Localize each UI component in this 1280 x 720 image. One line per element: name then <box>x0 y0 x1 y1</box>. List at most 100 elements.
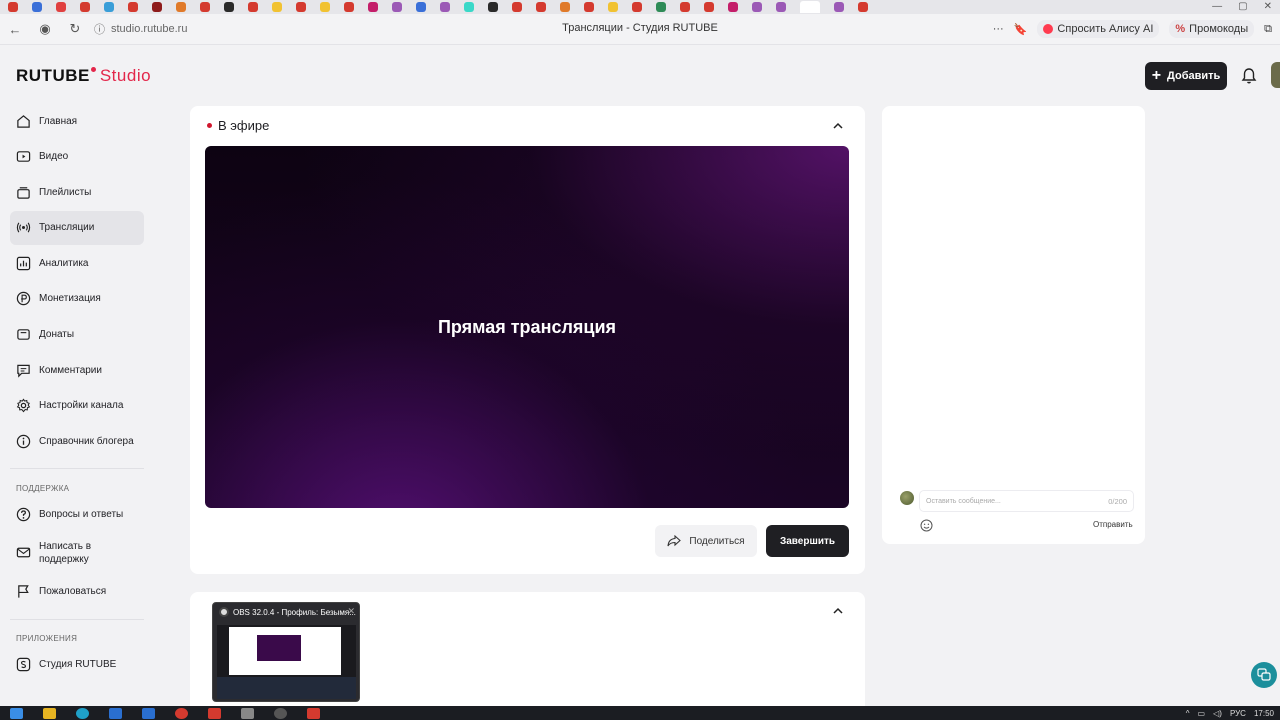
browser-tab-favicon[interactable] <box>296 2 306 12</box>
sidebar-item-home[interactable]: Главная <box>10 104 144 138</box>
browser-tab-favicon[interactable] <box>128 2 138 12</box>
browser-tab-favicon[interactable] <box>858 2 868 12</box>
browser-tab-favicon[interactable] <box>56 2 66 12</box>
bookmark-icon[interactable]: 🔖 <box>1014 23 1028 36</box>
outlook-icon[interactable] <box>142 707 155 719</box>
browser-tab-favicon[interactable] <box>104 2 114 12</box>
sidebar-item-monetization[interactable]: Монетизация <box>10 282 144 316</box>
user-avatar[interactable] <box>1271 62 1280 88</box>
maximize-icon[interactable]: ▢ <box>1238 0 1247 14</box>
sidebar-item-comments[interactable]: Комментарии <box>10 353 144 387</box>
browser-tab-favicon[interactable] <box>632 2 642 12</box>
browser-tab-favicon[interactable] <box>32 2 42 12</box>
browser-tab-favicon[interactable] <box>248 2 258 12</box>
yandex-id-icon[interactable]: ◉ <box>30 21 60 37</box>
sidebar-item-analytics[interactable]: Аналитика <box>10 246 144 280</box>
browser-tab-favicon[interactable] <box>536 2 546 12</box>
site-info-icon[interactable]: ⓘ <box>94 21 105 37</box>
browser-tab-favicon[interactable] <box>656 2 666 12</box>
live-indicator-icon <box>207 123 212 128</box>
browser-tab-favicon[interactable] <box>488 2 498 12</box>
help-chat-button[interactable] <box>1251 662 1277 688</box>
browser-tab-favicon[interactable] <box>392 2 402 12</box>
sidebar-item-blogger-guide[interactable]: Справочник блогера <box>10 424 144 458</box>
language-indicator[interactable]: РУС <box>1230 709 1246 718</box>
sidebar-item-contact-support[interactable]: Написать в поддержку <box>10 533 144 573</box>
browser-tab-favicon[interactable] <box>8 2 18 12</box>
browser-tab-favicon[interactable] <box>200 2 210 12</box>
browser-tab-favicon[interactable] <box>368 2 378 12</box>
browser-tab-favicon[interactable] <box>608 2 618 12</box>
sidebar-item-channel-settings[interactable]: Настройки канала <box>10 389 144 423</box>
browser-tab-favicon[interactable] <box>344 2 354 12</box>
browser-tab-favicon[interactable] <box>512 2 522 12</box>
sidebar-item-donations[interactable]: Донаты <box>10 318 144 352</box>
browser-tab-favicon[interactable] <box>680 2 690 12</box>
rutube-studio-logo[interactable]: RUTUBE Studio <box>16 66 151 86</box>
browser-tab-favicon[interactable] <box>272 2 282 12</box>
share-button[interactable]: Поделиться <box>655 525 757 557</box>
sidebar-item-broadcasts[interactable]: Трансляции <box>10 210 144 245</box>
share-label: Поделиться <box>689 535 745 547</box>
obs-taskbar-icon[interactable] <box>274 707 287 719</box>
browser-tab-favicon[interactable] <box>584 2 594 12</box>
browser-tab-favicon[interactable] <box>776 2 786 12</box>
emoji-icon[interactable] <box>920 519 933 532</box>
browser-tab-favicon[interactable] <box>440 2 450 12</box>
volume-icon[interactable]: ◁) <box>1213 709 1222 718</box>
video-player[interactable]: Прямая трансляция <box>205 146 849 508</box>
yandex-icon[interactable] <box>175 707 188 719</box>
clock[interactable]: 17:50 <box>1254 709 1274 718</box>
browser-taskbar-icon[interactable] <box>307 707 320 719</box>
network-icon[interactable]: ▭ <box>1198 709 1206 718</box>
browser-tab-favicon[interactable] <box>464 2 474 12</box>
browser-tab-favicon[interactable] <box>752 2 762 12</box>
app-icon[interactable] <box>241 707 254 719</box>
chat-char-counter: 0/200 <box>1108 497 1127 506</box>
end-stream-button[interactable]: Завершить <box>766 525 849 557</box>
send-button[interactable]: Отправить <box>1093 520 1133 529</box>
browser-tab-favicon[interactable] <box>560 2 570 12</box>
chevron-up-icon[interactable] <box>832 605 844 617</box>
sidebar-item-faq[interactable]: Вопросы и ответы <box>10 497 144 531</box>
os-taskbar: ^ ▭ ◁) РУС 17:50 <box>0 706 1280 720</box>
edge-icon[interactable] <box>76 707 89 719</box>
browser-tab-favicon[interactable] <box>704 2 714 12</box>
url-field[interactable]: ⓘ studio.rutube.ru <box>94 21 354 37</box>
back-icon[interactable]: ← <box>0 22 30 37</box>
browser-tab-favicon[interactable] <box>320 2 330 12</box>
ask-alice-button[interactable]: Спросить Алису AI <box>1037 20 1160 38</box>
close-icon[interactable]: ✕ <box>347 606 355 617</box>
promo-button[interactable]: % Промокоды <box>1169 20 1255 38</box>
sidebar-item-video[interactable]: Видео <box>10 140 144 174</box>
obs-taskbar-preview[interactable]: OBS 32.0.4 - Профиль: Безымя... ✕ <box>212 602 360 702</box>
reload-icon[interactable]: ↻ <box>60 21 90 37</box>
sidebar-item-label: Комментарии <box>39 364 102 376</box>
close-window-icon[interactable]: ✕ <box>1264 0 1272 14</box>
browser-tab-favicon[interactable] <box>834 2 844 12</box>
windows-start-icon[interactable] <box>10 707 23 719</box>
store-icon[interactable] <box>109 707 122 719</box>
bell-icon[interactable] <box>1241 67 1257 85</box>
sidebar-item-report[interactable]: Пожаловаться <box>10 575 144 609</box>
browser-tab-favicon[interactable] <box>152 2 162 12</box>
file-explorer-icon[interactable] <box>43 707 56 719</box>
sidebar-item-studio-app[interactable]: Студия RUTUBE <box>10 648 144 682</box>
logo-studio: Studio <box>99 66 152 85</box>
more-icon[interactable]: ··· <box>993 23 1004 35</box>
browser-tab-favicon[interactable] <box>416 2 426 12</box>
chevron-up-icon[interactable] <box>832 120 844 132</box>
active-browser-tab[interactable] <box>800 1 820 13</box>
yandex-browser-icon[interactable] <box>208 707 221 719</box>
add-button[interactable]: + Добавить <box>1145 62 1227 90</box>
sidebar-item-label: Студия RUTUBE <box>39 659 117 671</box>
browser-tab-favicon[interactable] <box>728 2 738 12</box>
chat-message-input[interactable]: Оставить сообщение... 0/200 <box>919 490 1134 512</box>
sidebar-item-playlists[interactable]: Плейлисты <box>10 175 144 209</box>
minimize-icon[interactable]: — <box>1212 0 1222 14</box>
browser-tab-favicon[interactable] <box>224 2 234 12</box>
chevron-up-icon[interactable]: ^ <box>1186 709 1190 718</box>
tab-search-icon[interactable]: ⧉ <box>1264 23 1272 36</box>
browser-tab-favicon[interactable] <box>80 2 90 12</box>
browser-tab-favicon[interactable] <box>176 2 186 12</box>
